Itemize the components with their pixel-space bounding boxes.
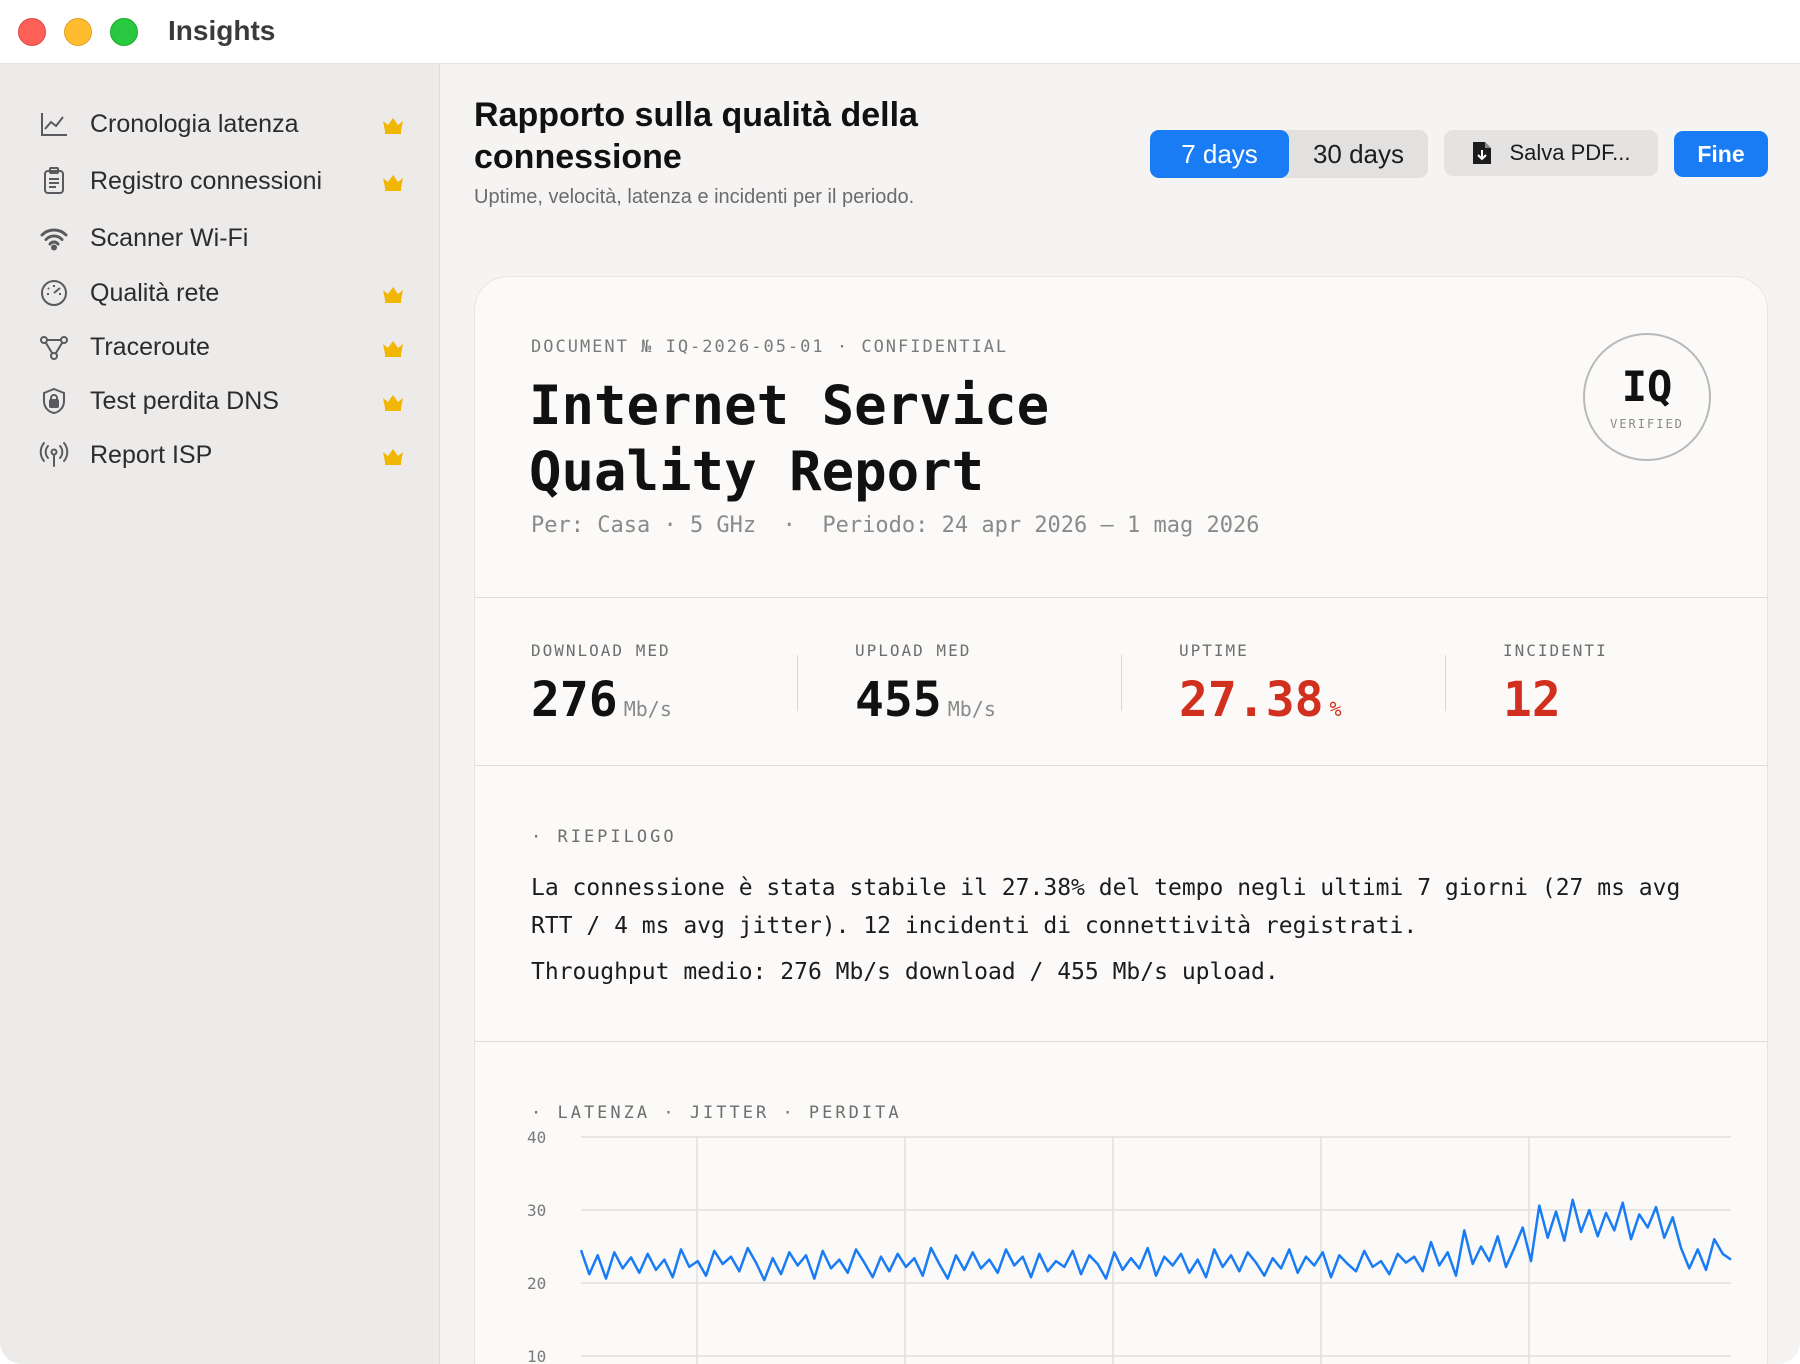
gauge-icon bbox=[36, 275, 72, 311]
stat-separator bbox=[1445, 655, 1446, 711]
crown-icon bbox=[383, 449, 403, 465]
sidebar-item-label: Qualità rete bbox=[90, 278, 220, 307]
title-bar: Insights bbox=[0, 0, 1800, 64]
y-tick-label: 30 bbox=[527, 1201, 546, 1220]
sidebar-item-label: Traceroute bbox=[90, 332, 210, 361]
divider bbox=[475, 1041, 1767, 1042]
stat-label: UPTIME bbox=[1179, 641, 1249, 660]
stat-unit: Mb/s bbox=[623, 697, 672, 721]
crown-icon bbox=[383, 287, 403, 303]
sidebar-item-scanner-wifi[interactable]: Scanner Wi-Fi bbox=[36, 213, 406, 263]
stat-value: 276 Mb/s bbox=[531, 672, 672, 728]
document-meta: DOCUMENT № IQ-2026-05-01 · CONFIDENTIAL bbox=[531, 337, 1009, 357]
y-tick-label: 40 bbox=[527, 1128, 546, 1147]
done-button[interactable]: Fine bbox=[1674, 131, 1768, 177]
crown-icon bbox=[383, 341, 403, 357]
range-segmented-control: 7 days 30 days bbox=[1150, 130, 1428, 178]
page-subtitle: Uptime, velocità, latenza e incidenti pe… bbox=[474, 186, 915, 208]
save-pdf-button[interactable]: Salva PDF... bbox=[1444, 130, 1658, 176]
latency-chart: 40 30 20 10 bbox=[527, 1128, 1732, 1364]
summary-paragraph: Throughput medio: 276 Mb/s download / 45… bbox=[531, 959, 1279, 985]
crown-icon bbox=[383, 118, 403, 134]
wifi-icon bbox=[36, 220, 72, 256]
document-download-icon bbox=[1473, 142, 1492, 164]
app-window: Insights Cronologia latenza Registro con… bbox=[0, 0, 1800, 1364]
divider bbox=[475, 765, 1767, 766]
divider bbox=[475, 597, 1767, 598]
report-period: Per: Casa · 5 GHz · Periodo: 24 apr 2026… bbox=[531, 513, 1260, 538]
stat-unit: % bbox=[1329, 697, 1342, 721]
sidebar-item-registro-connessioni[interactable]: Registro connessioni bbox=[36, 156, 406, 206]
range-30-days-button[interactable]: 30 days bbox=[1289, 130, 1428, 178]
crown-icon bbox=[383, 175, 403, 191]
sidebar-item-test-perdita-dns[interactable]: Test perdita DNS bbox=[36, 376, 406, 426]
stat-label: INCIDENTI bbox=[1503, 641, 1608, 660]
chart-section-label: · LATENZA · JITTER · PERDITA bbox=[531, 1103, 902, 1123]
stat-label: DOWNLOAD MED bbox=[531, 641, 671, 660]
sidebar-item-label: Cronologia latenza bbox=[90, 109, 299, 138]
report-card: DOCUMENT № IQ-2026-05-01 · CONFIDENTIAL … bbox=[474, 276, 1768, 1364]
stat-label: UPLOAD MED bbox=[855, 641, 972, 660]
summary-section-label: · RIEPILOGO bbox=[531, 827, 677, 847]
chart-line-icon bbox=[36, 106, 72, 142]
verified-stamp: IQ VERIFIED bbox=[1583, 333, 1711, 461]
stat-value: 27.38% bbox=[1179, 672, 1342, 728]
stat-unit: Mb/s bbox=[947, 697, 996, 721]
sidebar: Cronologia latenza Registro connessioni … bbox=[0, 64, 440, 1364]
antenna-icon bbox=[36, 437, 72, 473]
stat-download: DOWNLOAD MED 276 Mb/s bbox=[531, 641, 831, 728]
window-title: Insights bbox=[168, 15, 276, 46]
y-tick-label: 10 bbox=[527, 1347, 546, 1364]
summary-paragraph: La connessione è stata stabile il 27.38%… bbox=[531, 875, 1681, 939]
stat-separator bbox=[1121, 655, 1122, 711]
report-title: Internet Service Quality Report bbox=[529, 373, 1329, 505]
minimize-window-button[interactable] bbox=[64, 18, 92, 46]
save-pdf-label: Salva PDF... bbox=[1509, 140, 1631, 165]
page-title: Rapporto sulla qualità della connessione bbox=[474, 96, 918, 176]
sidebar-item-report-isp[interactable]: Report ISP bbox=[36, 430, 406, 480]
report-title-line: Quality Report bbox=[529, 440, 985, 503]
route-nodes-icon bbox=[36, 329, 72, 365]
crown-icon bbox=[383, 395, 403, 411]
stamp-sub: VERIFIED bbox=[1610, 417, 1684, 431]
stat-upload: UPLOAD MED 455 Mb/s bbox=[855, 641, 1155, 728]
stat-value: 455 Mb/s bbox=[855, 672, 996, 728]
sidebar-item-label: Test perdita DNS bbox=[90, 386, 279, 415]
clipboard-icon bbox=[36, 163, 72, 199]
shield-lock-icon bbox=[36, 383, 72, 419]
stat-uptime: UPTIME 27.38% bbox=[1179, 641, 1479, 728]
maximize-window-button[interactable] bbox=[110, 18, 138, 46]
stat-separator bbox=[797, 655, 798, 711]
sidebar-item-label: Scanner Wi-Fi bbox=[90, 223, 249, 252]
sidebar-item-traceroute[interactable]: Traceroute bbox=[36, 322, 406, 372]
close-window-button[interactable] bbox=[18, 18, 46, 46]
range-7-days-button[interactable]: 7 days bbox=[1150, 130, 1289, 178]
sidebar-item-cronologia-latenza[interactable]: Cronologia latenza bbox=[36, 99, 406, 149]
stamp-main: IQ bbox=[1621, 362, 1673, 411]
stat-value: 12 bbox=[1503, 672, 1561, 728]
report-title-line: Internet Service bbox=[529, 374, 1050, 437]
stat-incidents: INCIDENTI 12 bbox=[1503, 641, 1767, 728]
y-tick-label: 20 bbox=[527, 1274, 546, 1293]
latency-series-line bbox=[579, 1198, 1732, 1282]
sidebar-item-label: Report ISP bbox=[90, 440, 213, 469]
summary-text: La connessione è stata stabile il 27.38%… bbox=[531, 869, 1731, 991]
sidebar-item-label: Registro connessioni bbox=[90, 166, 323, 195]
sidebar-item-qualita-rete[interactable]: Qualità rete bbox=[36, 268, 406, 318]
